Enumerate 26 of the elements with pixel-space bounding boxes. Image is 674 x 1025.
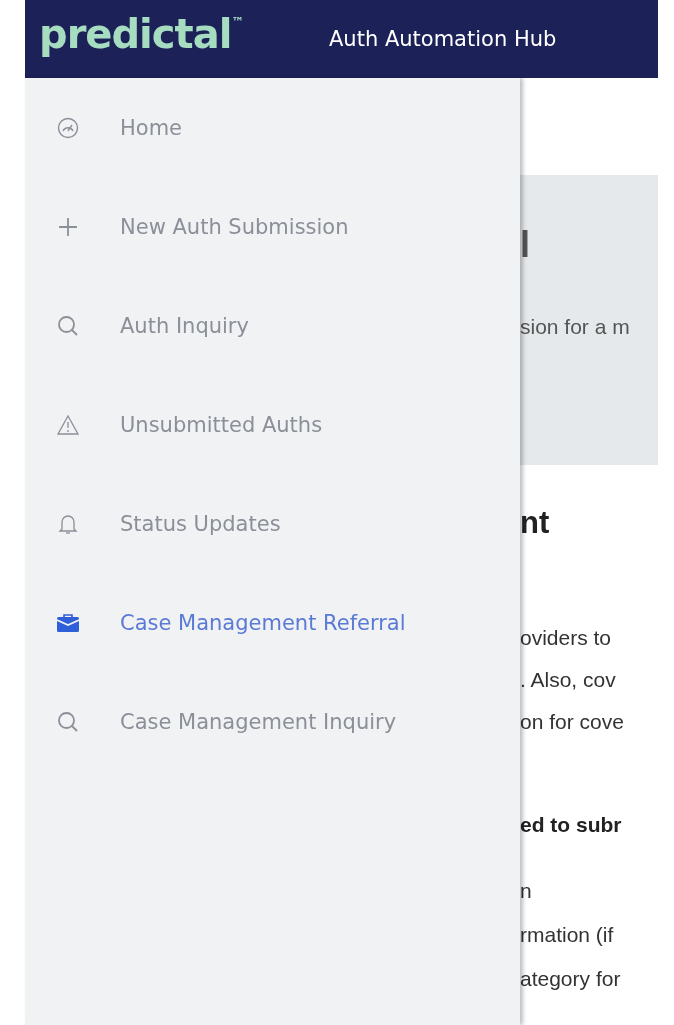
banner-text: sion for a m [520, 315, 630, 339]
search-icon [57, 710, 79, 733]
sidebar-item[interactable]: Status Updates [25, 474, 520, 573]
app-title: Auth Automation Hub [329, 27, 557, 51]
plus-icon [57, 215, 79, 238]
bell-icon [58, 512, 78, 535]
paragraph-line: oviders to [520, 625, 612, 651]
sidebar-item[interactable]: Home [25, 78, 520, 177]
search-icon [57, 314, 79, 337]
sidebar-item[interactable]: Case Management Inquiry [25, 672, 520, 771]
logo[interactable]: predictal$^{™}$ [39, 11, 329, 57]
briefcase-icon [57, 612, 79, 633]
paragraph-line: on for cove [520, 709, 624, 735]
sidebar-item[interactable]: Case Management Referral [25, 573, 520, 672]
banner-title: l [520, 225, 530, 265]
paragraph-line: . Also, cov [520, 667, 616, 693]
warning-icon [57, 414, 79, 435]
sidebar-item[interactable]: New Auth Submission [25, 177, 520, 276]
list-item: rmation (if [520, 922, 614, 948]
list-item: ategory for [520, 966, 621, 992]
subheading: ed to subr [520, 812, 622, 838]
list-item: n [520, 878, 532, 904]
sidebar-item[interactable]: Auth Inquiry [25, 276, 520, 375]
gauge-icon [57, 116, 79, 139]
sidebar-item[interactable]: Unsubmitted Auths [25, 375, 520, 474]
section-title: nt [520, 504, 550, 542]
